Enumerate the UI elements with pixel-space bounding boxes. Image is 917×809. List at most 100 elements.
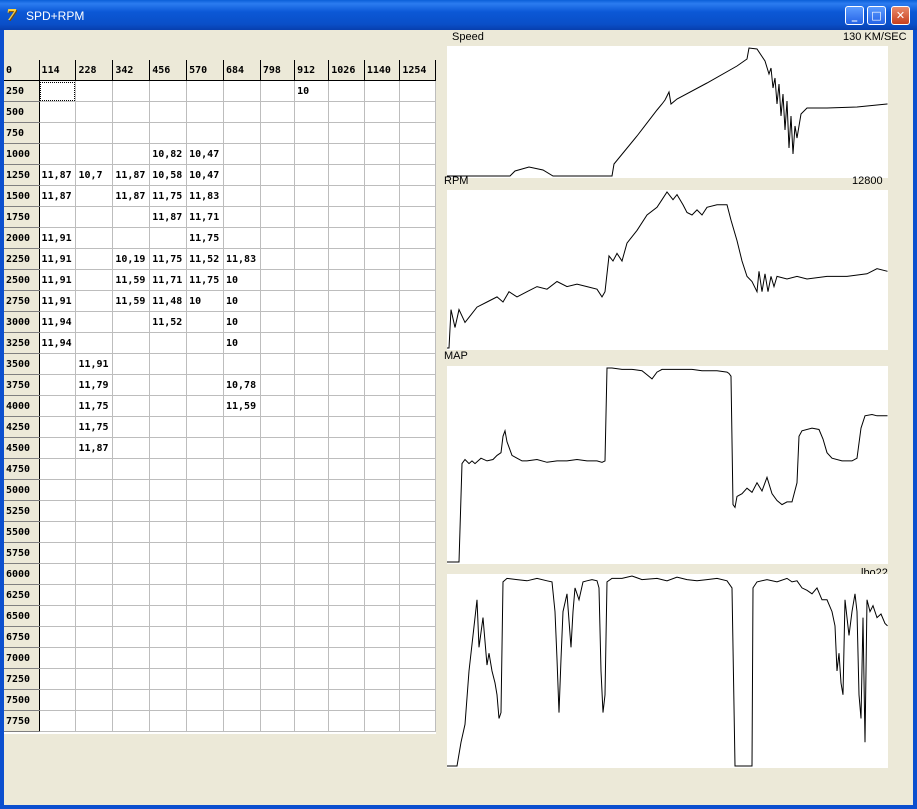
grid-cell[interactable]: [39, 668, 77, 690]
grid-cell[interactable]: [149, 416, 188, 438]
grid-cell[interactable]: [364, 479, 401, 501]
grid-cell[interactable]: [75, 479, 114, 501]
grid-cell[interactable]: [260, 290, 296, 312]
grid-cell[interactable]: [149, 584, 188, 606]
grid-cell[interactable]: [364, 143, 401, 165]
grid-cell[interactable]: [328, 395, 365, 417]
grid-cell[interactable]: [39, 437, 77, 459]
grid-cell[interactable]: [112, 80, 151, 102]
grid-cell[interactable]: [39, 458, 77, 480]
grid-cell[interactable]: [39, 416, 77, 438]
grid-cell[interactable]: [112, 353, 151, 375]
grid-cell[interactable]: [149, 374, 188, 396]
grid-cell[interactable]: [399, 458, 436, 480]
grid-cell[interactable]: 11,71: [149, 269, 188, 291]
grid-cell[interactable]: [328, 542, 365, 564]
grid-cell[interactable]: [39, 479, 77, 501]
grid-cell[interactable]: [294, 521, 330, 543]
grid-cell[interactable]: [364, 80, 401, 102]
grid-cell[interactable]: [75, 101, 114, 123]
grid-cell[interactable]: [149, 479, 188, 501]
grid-cell[interactable]: [112, 584, 151, 606]
grid-cell[interactable]: [186, 626, 224, 648]
grid-cell[interactable]: 10: [223, 311, 261, 333]
grid-cell[interactable]: [294, 143, 330, 165]
grid-cell[interactable]: [399, 626, 436, 648]
grid-cell[interactable]: [39, 122, 77, 144]
grid-cell[interactable]: [260, 500, 296, 522]
grid-cell[interactable]: 11,87: [39, 185, 77, 207]
grid-cell[interactable]: [186, 605, 224, 627]
grid-cell[interactable]: [364, 206, 401, 228]
grid-cell[interactable]: [149, 353, 188, 375]
grid-cell[interactable]: [223, 647, 261, 669]
grid-cell[interactable]: [149, 668, 188, 690]
grid-cell[interactable]: [260, 395, 296, 417]
grid-cell[interactable]: [294, 290, 330, 312]
grid-cell[interactable]: [260, 416, 296, 438]
grid-cell[interactable]: [223, 500, 261, 522]
grid-cell[interactable]: [399, 80, 436, 102]
grid-cell[interactable]: [294, 458, 330, 480]
grid-cell[interactable]: [260, 353, 296, 375]
grid-cell[interactable]: [294, 479, 330, 501]
grid-cell[interactable]: [149, 626, 188, 648]
grid-cell[interactable]: 11,91: [75, 353, 114, 375]
grid-cell[interactable]: [294, 584, 330, 606]
grid-cell[interactable]: [364, 101, 401, 123]
grid-cell[interactable]: [399, 353, 436, 375]
grid-cell[interactable]: [328, 164, 365, 186]
grid-cell[interactable]: [294, 227, 330, 249]
grid-cell[interactable]: [112, 458, 151, 480]
grid-cell[interactable]: [149, 80, 188, 102]
grid-cell[interactable]: [294, 437, 330, 459]
grid-cell[interactable]: [328, 143, 365, 165]
grid-cell[interactable]: 11,87: [39, 164, 77, 186]
grid-cell[interactable]: [399, 689, 436, 711]
grid-cell[interactable]: [364, 689, 401, 711]
grid-cell[interactable]: [75, 248, 114, 270]
grid-cell[interactable]: [328, 269, 365, 291]
grid-cell[interactable]: 11,48: [149, 290, 188, 312]
grid-cell[interactable]: [186, 542, 224, 564]
grid-cell[interactable]: [75, 185, 114, 207]
grid-cell[interactable]: 10,58: [149, 164, 188, 186]
grid-cell[interactable]: [75, 710, 114, 732]
grid-cell[interactable]: [39, 542, 77, 564]
grid-cell[interactable]: [186, 689, 224, 711]
grid-cell[interactable]: [260, 668, 296, 690]
grid-cell[interactable]: [112, 143, 151, 165]
grid-cell[interactable]: 11,87: [75, 437, 114, 459]
grid-cell[interactable]: [223, 185, 261, 207]
grid-cell[interactable]: [364, 227, 401, 249]
grid-cell[interactable]: [399, 542, 436, 564]
grid-cell[interactable]: [328, 206, 365, 228]
grid-cell[interactable]: [294, 311, 330, 333]
grid-cell[interactable]: [328, 605, 365, 627]
grid-cell[interactable]: [260, 122, 296, 144]
grid-cell[interactable]: [399, 248, 436, 270]
grid-cell[interactable]: [149, 332, 188, 354]
grid-cell[interactable]: [186, 710, 224, 732]
grid-cell[interactable]: [149, 437, 188, 459]
grid-cell[interactable]: [399, 311, 436, 333]
grid-cell[interactable]: [399, 269, 436, 291]
grid-cell[interactable]: 11,52: [149, 311, 188, 333]
grid-cell[interactable]: [112, 332, 151, 354]
grid-cell[interactable]: [294, 542, 330, 564]
grid-cell[interactable]: 11,79: [75, 374, 114, 396]
grid-cell[interactable]: [75, 206, 114, 228]
grid-cell[interactable]: [186, 437, 224, 459]
grid-cell[interactable]: [112, 521, 151, 543]
grid-cell[interactable]: [75, 122, 114, 144]
grid-cell[interactable]: [364, 122, 401, 144]
grid-cell[interactable]: [39, 206, 77, 228]
grid-cell[interactable]: [149, 395, 188, 417]
grid-cell[interactable]: [260, 437, 296, 459]
grid-cell[interactable]: [149, 647, 188, 669]
grid-cell[interactable]: [364, 437, 401, 459]
grid-cell[interactable]: [399, 143, 436, 165]
grid-cell[interactable]: 11,91: [39, 290, 77, 312]
grid-cell[interactable]: [294, 689, 330, 711]
grid-cell[interactable]: 11,75: [75, 416, 114, 438]
